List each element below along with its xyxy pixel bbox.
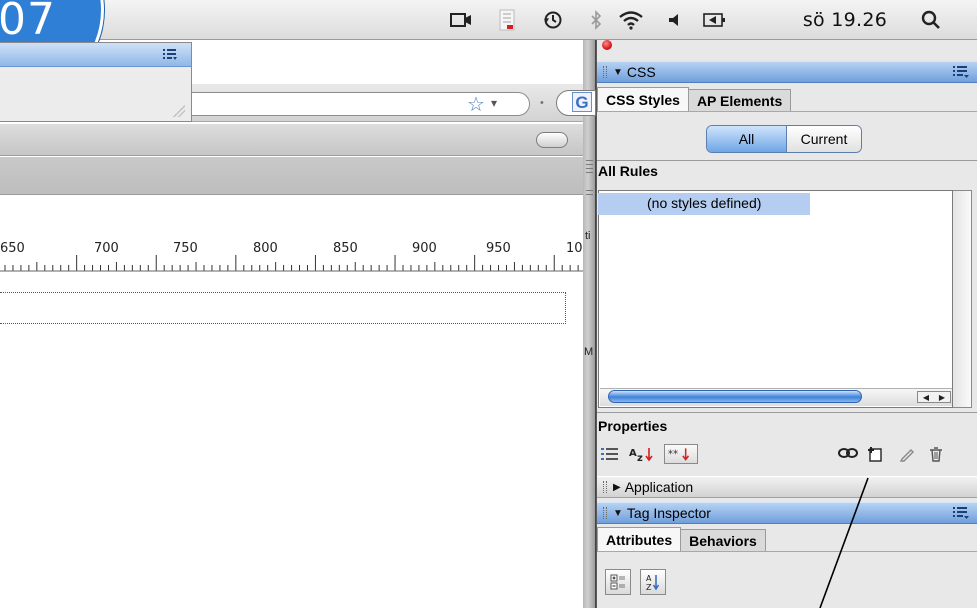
trash-icon[interactable] <box>928 446 944 465</box>
disclosure-right-icon[interactable]: ▶ <box>613 482 621 493</box>
alphabetical-view-button[interactable]: AZ <box>640 569 666 595</box>
show-set-properties-icon[interactable]: ** <box>664 444 698 464</box>
search-icon[interactable] <box>920 8 942 32</box>
tab-behaviors[interactable]: Behaviors <box>680 529 766 551</box>
ruler-label: 900 <box>412 241 437 256</box>
rules-list[interactable] <box>598 190 953 408</box>
step-number: 07 <box>0 0 56 45</box>
category-view-button[interactable] <box>605 569 631 595</box>
bookmark-star-icon[interactable]: ☆ <box>467 92 485 117</box>
volume-icon[interactable] <box>667 8 683 32</box>
alphabetical-sort-icon[interactable]: Az <box>628 444 658 464</box>
mode-segmented-control: All Current <box>706 125 862 153</box>
menu-clock[interactable]: sö 19.26 <box>797 8 893 32</box>
drag-grip-icon[interactable] <box>603 66 607 78</box>
close-icon[interactable] <box>602 40 612 50</box>
section-divider <box>597 160 977 161</box>
css-panel-title: CSS <box>626 64 656 80</box>
scroll-arrows[interactable]: ◀ ▶ <box>917 391 951 403</box>
attach-style-sheet-icon[interactable] <box>838 446 858 463</box>
tab-attributes[interactable]: Attributes <box>597 527 682 551</box>
ruler-label: 10 <box>566 241 583 256</box>
ruler-label: 650 <box>0 241 25 256</box>
new-css-rule-icon[interactable] <box>867 446 883 465</box>
ruler-label: 700 <box>94 241 119 256</box>
clipped-text: M <box>584 346 594 358</box>
toolbar-toggle-button[interactable] <box>536 132 568 148</box>
svg-text:A: A <box>629 448 637 459</box>
ruler-label: 750 <box>173 241 198 256</box>
screen: sö 19.26 ☆ ▾ • G 650 700 750 800 850 900 <box>0 0 977 608</box>
disclosure-down-icon[interactable]: ▼ <box>613 67 623 78</box>
css-panel-tabs: CSS Styles AP Elements <box>597 87 792 111</box>
wifi-icon[interactable] <box>616 8 646 32</box>
battery-status-icon[interactable] <box>497 8 517 32</box>
clipped-text: ti <box>585 230 591 242</box>
disclosure-down-icon[interactable]: ▼ <box>613 508 623 519</box>
tab-css-styles[interactable]: CSS Styles <box>597 87 689 111</box>
sort-az-icon: AZ <box>646 574 660 591</box>
drag-grip-icon[interactable] <box>603 481 607 493</box>
section-divider <box>597 412 977 413</box>
category-list-icon <box>610 574 625 590</box>
panel-options-icon[interactable] <box>953 506 969 523</box>
document-toolbar <box>0 124 583 156</box>
layout-block-outline[interactable] <box>0 292 566 324</box>
svg-text:A: A <box>646 574 652 583</box>
menu-bar: sö 19.26 <box>0 0 977 40</box>
panel-splitter[interactable] <box>583 40 596 608</box>
ruler-label: 850 <box>333 241 358 256</box>
svg-text:z: z <box>637 453 643 462</box>
scroll-left-icon[interactable]: ◀ <box>923 393 929 402</box>
application-panel-title: Application <box>624 479 694 495</box>
mode-current-button[interactable]: Current <box>787 126 861 152</box>
floating-panel-header[interactable] <box>0 43 191 67</box>
panel-options-icon[interactable] <box>163 48 177 63</box>
all-rules-heading: All Rules <box>598 163 658 179</box>
panel-options-icon[interactable] <box>953 65 969 82</box>
tag-inspector-title: Tag Inspector <box>626 505 711 521</box>
svg-text:**: ** <box>668 449 678 461</box>
mode-all-button[interactable]: All <box>707 126 787 152</box>
tag-inspector-header[interactable]: ▼ Tag Inspector <box>597 502 977 524</box>
chevron-down-icon[interactable]: ▾ <box>491 96 497 110</box>
separator-dot: • <box>540 97 544 109</box>
floating-panel <box>0 42 192 122</box>
rules-vertical-scrollbar[interactable] <box>953 190 972 408</box>
time-machine-icon[interactable] <box>541 8 565 32</box>
document-tab-bar <box>0 157 583 195</box>
resize-grip-icon[interactable] <box>173 105 185 117</box>
rules-empty-message[interactable]: (no styles defined) <box>647 195 761 211</box>
properties-toolbar: Az ** <box>598 443 704 465</box>
category-view-icon[interactable] <box>598 444 622 464</box>
ruler-label: 800 <box>253 241 278 256</box>
properties-heading: Properties <box>598 418 668 434</box>
scroll-right-icon[interactable]: ▶ <box>939 393 945 402</box>
drag-grip-icon[interactable] <box>603 507 607 519</box>
tag-inspector-tabs: Attributes Behaviors <box>597 527 766 551</box>
tab-divider <box>597 551 977 552</box>
scrollbar-thumb[interactable] <box>608 390 862 403</box>
ruler-label: 950 <box>486 241 511 256</box>
tab-ap-elements[interactable]: AP Elements <box>687 89 792 111</box>
bluetooth-icon[interactable] <box>588 8 604 32</box>
input-source-icon[interactable] <box>700 8 730 32</box>
svg-text:Z: Z <box>646 583 652 591</box>
horizontal-ruler: 650 700 750 800 850 900 950 10 <box>0 239 583 272</box>
google-icon[interactable]: G <box>572 92 592 112</box>
css-panel-header[interactable]: ▼ CSS <box>597 61 977 83</box>
tab-divider <box>597 111 977 112</box>
application-panel-header[interactable]: ▶ Application <box>597 476 977 498</box>
edit-pencil-icon[interactable] <box>899 446 915 465</box>
video-camera-icon[interactable] <box>447 8 475 32</box>
